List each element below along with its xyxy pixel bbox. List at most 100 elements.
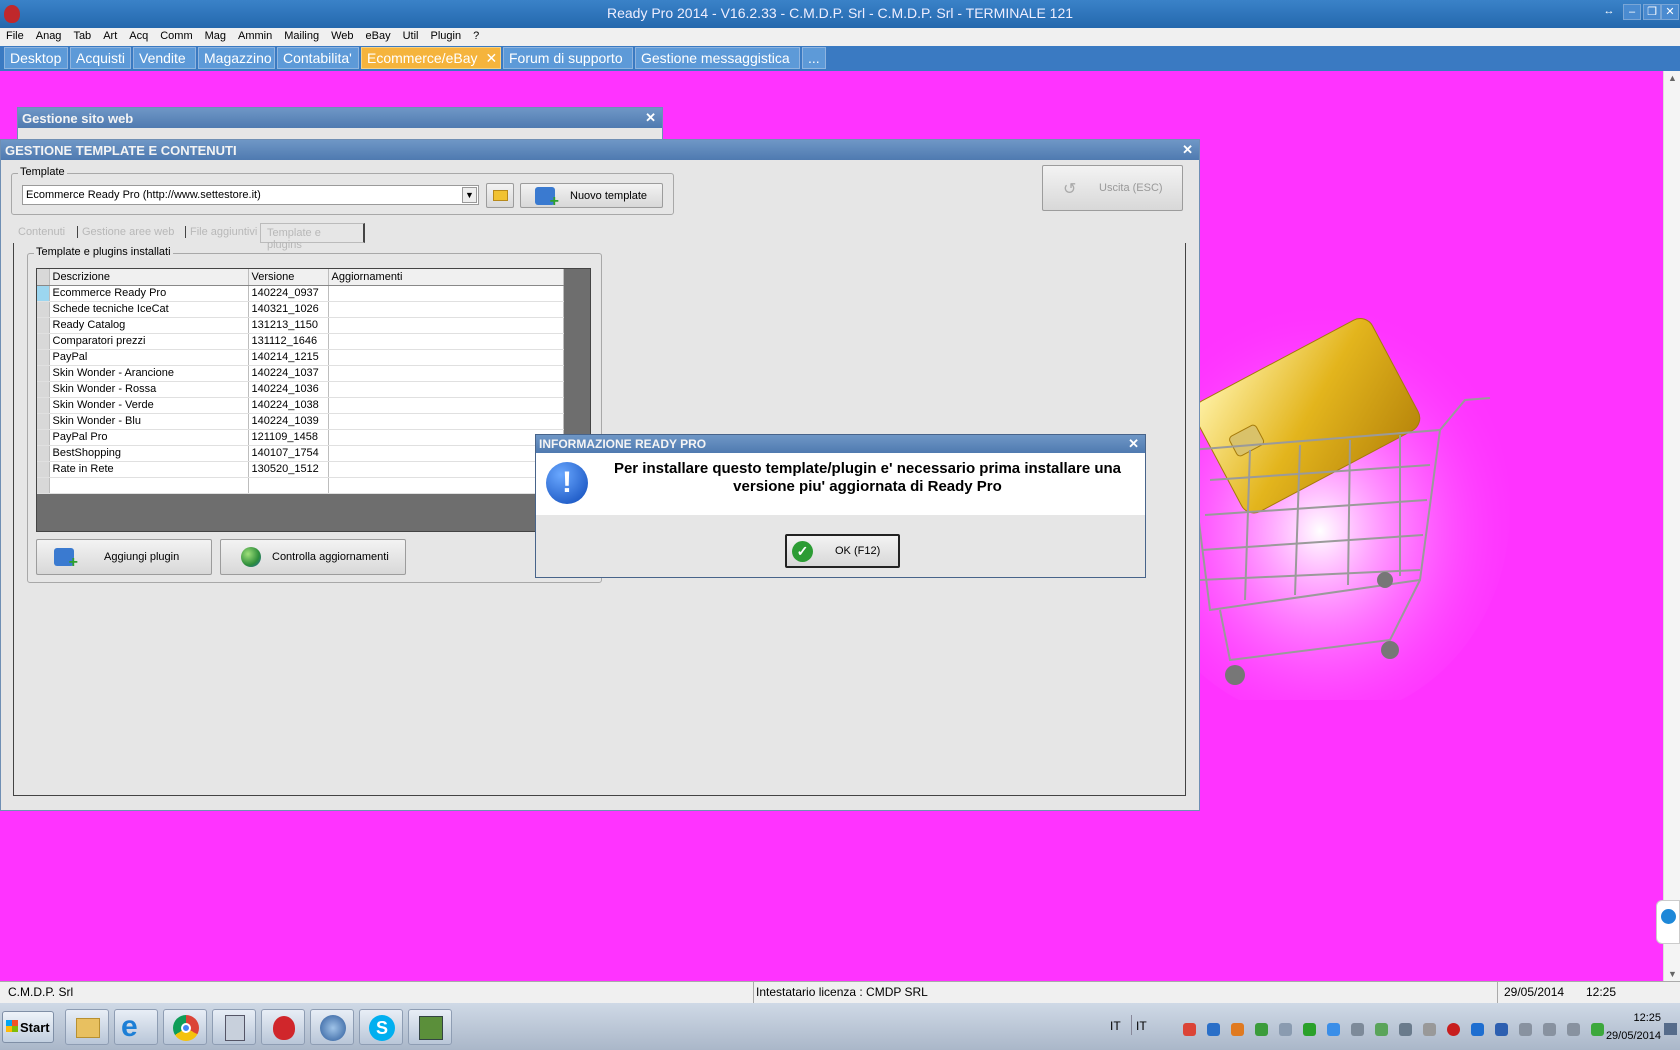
menu-plugin[interactable]: Plugin <box>425 28 468 42</box>
table-cell <box>328 429 564 446</box>
tab-more[interactable]: ... <box>802 47 826 69</box>
column-header[interactable]: Versione <box>248 269 329 286</box>
menu-help[interactable]: ? <box>467 28 485 42</box>
column-header[interactable]: Aggiornamenti <box>328 269 564 286</box>
show-desktop-icon[interactable] <box>1664 1023 1677 1035</box>
scroll-down-icon[interactable]: ▼ <box>1668 969 1677 979</box>
menu-web[interactable]: Web <box>325 28 359 42</box>
restore-button[interactable]: ❐ <box>1643 4 1661 20</box>
tab-ecommerce-ebay[interactable]: Ecommerce/eBay ✕ <box>361 47 501 69</box>
tray-mail-icon[interactable] <box>1351 1023 1364 1036</box>
taskbar-explorer[interactable] <box>65 1009 109 1045</box>
tray-drive-icon[interactable] <box>1327 1023 1340 1036</box>
keyboard-layout-indicator[interactable]: IT <box>1136 1019 1147 1033</box>
scroll-up-icon[interactable]: ▲ <box>1668 73 1677 83</box>
tray-usb-icon[interactable] <box>1543 1023 1556 1036</box>
tray-monitor-icon[interactable] <box>1375 1023 1388 1036</box>
tab-vendite[interactable]: Vendite <box>133 47 196 69</box>
table-row[interactable]: PayPal 140214_1215 <box>37 349 564 366</box>
menu-acq[interactable]: Acq <box>123 28 154 42</box>
tab-acquisti[interactable]: Acquisti <box>70 47 131 69</box>
table-row[interactable]: Skin Wonder - Blu 140224_1039 <box>37 413 564 430</box>
taskbar-chrome[interactable] <box>163 1009 207 1045</box>
side-widget-icon[interactable] <box>1656 900 1680 944</box>
table-row[interactable]: Schede tecniche IceCat 140321_1026 <box>37 301 564 318</box>
table-cell: BestShopping <box>49 445 249 462</box>
table-cell: Rate in Rete <box>49 461 249 478</box>
tab-magazzino[interactable]: Magazzino <box>198 47 275 69</box>
exit-button[interactable]: ↺ Uscita (ESC) <box>1042 165 1183 211</box>
taskbar-app[interactable] <box>408 1009 452 1045</box>
vertical-scrollbar[interactable]: ▲ ▼ <box>1663 71 1680 981</box>
tray-printer-icon[interactable] <box>1423 1023 1436 1036</box>
new-template-button[interactable]: Nuovo template <box>520 183 663 211</box>
start-label: Start <box>20 1020 50 1035</box>
window-title: Ready Pro 2014 - V16.2.33 - C.M.D.P. Srl… <box>606 5 1074 21</box>
menu-util[interactable]: Util <box>397 28 425 42</box>
tray-green-icon[interactable] <box>1303 1023 1316 1036</box>
tray-sync-icon[interactable] <box>1255 1023 1268 1036</box>
menu-mailing[interactable]: Mailing <box>278 28 325 42</box>
tray-network-icon[interactable] <box>1207 1023 1220 1036</box>
ok-button[interactable]: ✓ OK (F12) <box>785 534 900 568</box>
menu-art[interactable]: Art <box>97 28 123 42</box>
taskbar-ready-pro[interactable] <box>261 1009 305 1045</box>
menu-ammin[interactable]: Ammin <box>232 28 278 42</box>
clock-date[interactable]: 29/05/2014 <box>1595 1030 1661 1042</box>
check-updates-button[interactable]: Controlla aggiornamenti <box>220 539 406 575</box>
tab-forum-supporto[interactable]: Forum di supporto <box>503 47 633 69</box>
tab-label: Forum di supporto <box>509 50 623 66</box>
template-select[interactable]: Ecommerce Ready Pro (http://www.settesto… <box>22 185 479 205</box>
tray-flag-icon[interactable] <box>1519 1023 1532 1036</box>
menu-comm[interactable]: Comm <box>154 28 198 42</box>
subtab-contenuti[interactable]: Contenuti <box>18 226 75 238</box>
table-row[interactable]: PayPal Pro 121109_1458 <box>37 429 564 446</box>
chevron-down-icon[interactable]: ▼ <box>462 187 477 203</box>
menu-ebay[interactable]: eBay <box>360 28 397 42</box>
tray-bluetooth-icon[interactable] <box>1495 1023 1508 1036</box>
column-header[interactable]: Descrizione <box>49 269 249 286</box>
menu-file[interactable]: File <box>0 28 30 42</box>
table-row-empty[interactable] <box>37 477 564 494</box>
resize-icon[interactable]: ↔ <box>1600 4 1618 20</box>
close-icon[interactable]: ✕ <box>645 110 656 126</box>
open-folder-button[interactable] <box>486 183 514 208</box>
menu-mag[interactable]: Mag <box>199 28 232 42</box>
table-row[interactable]: Skin Wonder - Arancione 140224_1037 <box>37 365 564 382</box>
menu-anag[interactable]: Anag <box>30 28 68 42</box>
tray-chrome-icon[interactable] <box>1183 1023 1196 1036</box>
subtab-template-plugins[interactable]: Template e plugins <box>260 223 365 251</box>
tab-contabilita[interactable]: Contabilita' <box>277 47 359 69</box>
tray-signal-icon[interactable] <box>1399 1023 1412 1036</box>
tab-gestione-messaggistica[interactable]: Gestione messaggistica <box>635 47 800 69</box>
close-tab-icon[interactable]: ✕ <box>485 50 497 66</box>
close-icon[interactable]: ✕ <box>1182 142 1193 158</box>
close-window-button[interactable]: ✕ <box>1661 4 1679 20</box>
add-plugin-button[interactable]: Aggiungi plugin <box>36 539 212 575</box>
minimize-button[interactable]: – <box>1623 4 1641 20</box>
menu-tab[interactable]: Tab <box>67 28 97 42</box>
table-row[interactable]: Skin Wonder - Verde 140224_1038 <box>37 397 564 414</box>
taskbar-skype[interactable]: S <box>359 1009 403 1045</box>
taskbar-thunderbird[interactable] <box>310 1009 354 1045</box>
strawberry-icon <box>273 1016 295 1040</box>
tray-orange-icon[interactable] <box>1231 1023 1244 1036</box>
taskbar-internet-explorer[interactable]: e <box>114 1009 158 1045</box>
tab-desktop[interactable]: Desktop <box>4 47 68 69</box>
tray-bell-icon[interactable] <box>1279 1023 1292 1036</box>
subtab-gestione-aree-web[interactable]: Gestione aree web <box>77 226 177 238</box>
table-row[interactable]: BestShopping 140107_1754 <box>37 445 564 462</box>
table-row[interactable]: Ready Catalog 131213_1150 <box>37 317 564 334</box>
language-indicator[interactable]: IT <box>1110 1019 1121 1033</box>
tray-volume-icon[interactable] <box>1567 1023 1580 1036</box>
taskbar-calculator[interactable] <box>212 1009 256 1045</box>
table-row[interactable]: Rate in Rete 130520_1512 <box>37 461 564 478</box>
tray-red-icon[interactable] <box>1447 1023 1460 1036</box>
start-button[interactable]: Start <box>2 1011 54 1043</box>
close-icon[interactable]: ✕ <box>1128 436 1139 452</box>
table-row[interactable]: Ecommerce Ready Pro 140224_0937 <box>37 285 564 302</box>
table-row[interactable]: Skin Wonder - Rossa 140224_1036 <box>37 381 564 398</box>
table-row[interactable]: Comparatori prezzi 131112_1646 <box>37 333 564 350</box>
clock-time[interactable]: 12:25 <box>1611 1012 1661 1024</box>
tray-snowflake-icon[interactable] <box>1471 1023 1484 1036</box>
